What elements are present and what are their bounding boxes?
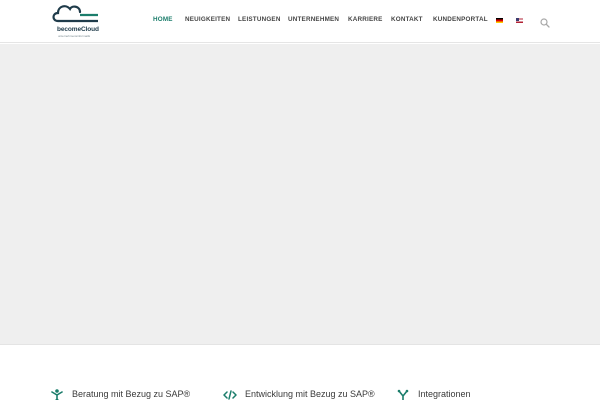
- person-icon: [51, 389, 63, 400]
- nav-item-kontakt[interactable]: KONTAKT: [391, 16, 423, 23]
- site-header: becomeCloud unternehmensinformatik HOME …: [0, 0, 600, 43]
- features-section: Beratung mit Bezug zu SAP® Entwicklung m…: [0, 346, 600, 400]
- nav-item-karriere[interactable]: KARRIERE: [348, 16, 383, 23]
- search-button[interactable]: [540, 15, 550, 28]
- code-icon: [223, 390, 237, 400]
- feature-label: Beratung mit Bezug zu SAP®: [72, 389, 191, 399]
- search-icon: [540, 18, 550, 28]
- hero-slider: [0, 44, 600, 345]
- main-nav: HOME NEUIGKEITEN LEISTUNGEN UNTERNEHMEN …: [0, 0, 600, 43]
- branch-icon: [397, 389, 409, 400]
- feature-label: Entwicklung mit Bezug zu SAP®: [245, 389, 375, 399]
- nav-item-home[interactable]: HOME: [153, 16, 173, 23]
- feature-label: Integrationen: [418, 389, 471, 399]
- nav-item-unternehmen[interactable]: UNTERNEHMEN: [288, 16, 339, 23]
- nav-item-leistungen[interactable]: LEISTUNGEN: [238, 16, 281, 23]
- nav-item-kundenportal[interactable]: KUNDENPORTAL: [433, 16, 488, 23]
- nav-item-neuigkeiten[interactable]: NEUIGKEITEN: [185, 16, 230, 23]
- flag-de-icon[interactable]: [496, 18, 503, 23]
- flag-us-icon[interactable]: [516, 18, 523, 23]
